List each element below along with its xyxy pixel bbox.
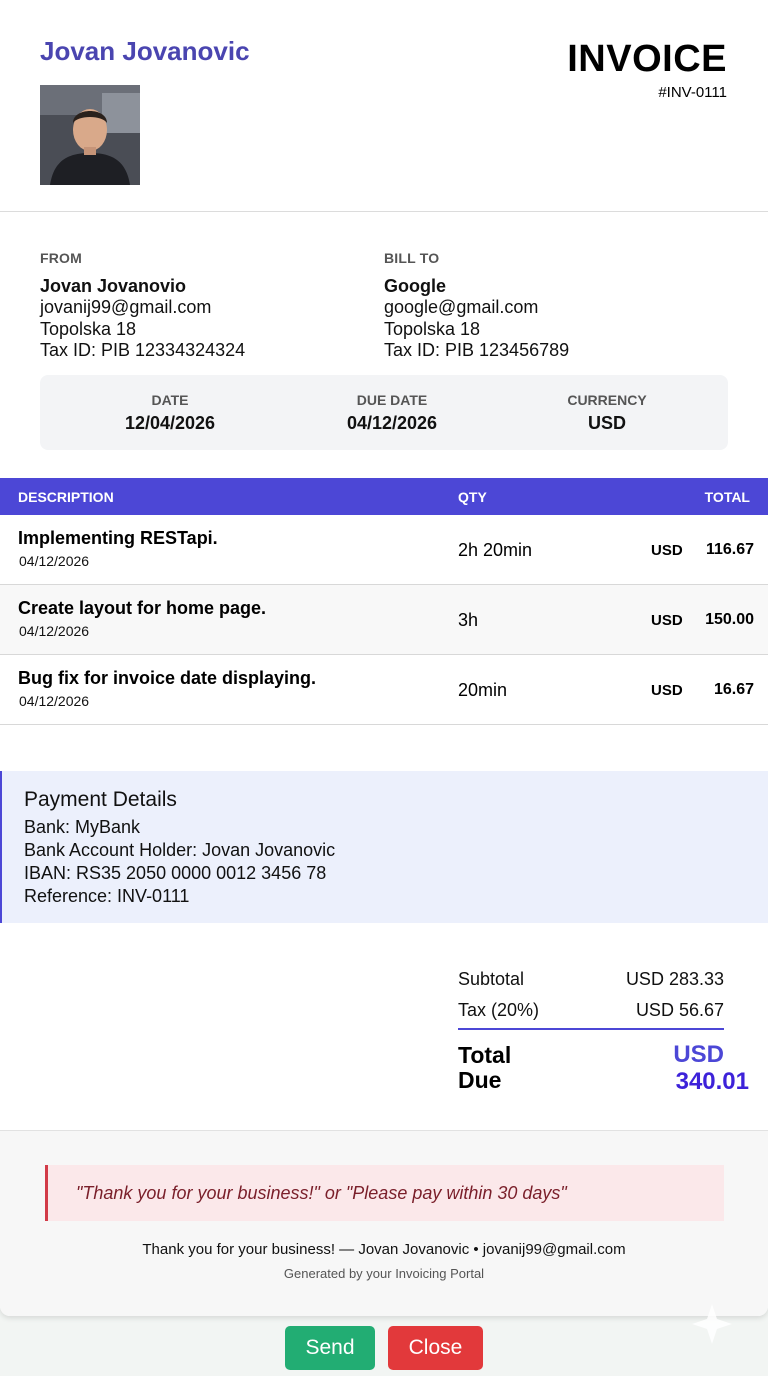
sender-name: Jovan Jovanovic — [40, 36, 250, 66]
from-name: Jovan Jovanovio — [40, 275, 187, 296]
from-address: Topolska 18 — [40, 318, 137, 339]
date-label: DATE — [151, 392, 189, 408]
item-currency: USD — [651, 612, 683, 629]
bill-to-tax-id: Tax ID: PIB 123456789 — [384, 340, 570, 360]
items-table-header: DESCRIPTION QTY TOTAL — [0, 478, 768, 515]
sender-avatar — [40, 85, 140, 185]
from-section: FROM Jovan Jovanovio jovanij99@gmail.com… — [40, 248, 245, 362]
item-currency: USD — [651, 682, 683, 699]
item-date: 04/12/2026 — [19, 553, 90, 569]
item-description: Create layout for home page. — [18, 598, 267, 618]
item-currency: USD — [651, 542, 683, 559]
meta-currency: CURRENCY USD — [492, 392, 722, 434]
subtotal-row: Subtotal USD 283.33 — [458, 969, 724, 990]
invoice-footer: "Thank you for your business!" or "Pleas… — [0, 1130, 768, 1316]
close-button[interactable]: Close — [388, 1326, 483, 1370]
tax-row: Tax (20%) USD 56.67 — [458, 1000, 724, 1021]
total-due-value: 340.01 — [675, 1068, 749, 1095]
payment-lines: Bank: MyBank Bank Account Holder: Jovan … — [24, 816, 335, 908]
tax-label: Tax (20%) — [458, 1000, 540, 1020]
footer-thanks: Thank you for your business! — Jovan Jov… — [142, 1241, 626, 1258]
payment-title: Payment Details — [24, 788, 177, 811]
item-description: Implementing RESTapi. — [18, 528, 218, 548]
meta-due-date: DUE DATE 04/12/2026 — [277, 392, 507, 434]
invoice-title: INVOICE — [567, 38, 727, 80]
invoice-card: Jovan Jovanovic INVOICE #INV-0111 FROM J… — [0, 0, 768, 1316]
column-description: DESCRIPTION — [18, 489, 114, 505]
bill-to-email: google@gmail.com — [384, 297, 539, 317]
footer-generated: Generated by your Invoicing Portal — [283, 1266, 485, 1281]
table-row: Create layout for home page. 04/12/2026 … — [0, 585, 768, 655]
column-total: TOTAL — [704, 489, 750, 505]
item-description: Bug fix for invoice date displaying. — [18, 668, 317, 688]
item-qty: 2h 20min — [458, 540, 533, 560]
item-amount: 116.67 — [705, 541, 754, 558]
payment-holder: Bank Account Holder: Jovan Jovanovic — [24, 840, 336, 860]
meta-date: DATE 12/04/2026 — [55, 392, 285, 434]
subtotal-label: Subtotal — [458, 969, 525, 989]
item-date: 04/12/2026 — [19, 623, 90, 639]
send-button[interactable]: Send — [285, 1326, 375, 1370]
payment-iban: IBAN: RS35 2050 0000 0012 3456 78 — [24, 863, 327, 883]
from-tax-id: Tax ID: PIB 12334324324 — [40, 340, 246, 360]
bill-to-name: Google — [384, 275, 446, 296]
from-email: jovanij99@gmail.com — [40, 297, 212, 317]
table-row: Implementing RESTapi. 04/12/2026 2h 20mi… — [0, 515, 768, 585]
from-label: FROM — [40, 250, 83, 266]
due-date-label: DUE DATE — [356, 392, 428, 408]
total-due-currency: USD — [673, 1041, 724, 1068]
item-date: 04/12/2026 — [19, 693, 90, 709]
item-amount: 150.00 — [705, 611, 754, 628]
bill-to-label: BILL TO — [384, 250, 440, 266]
date-value: 12/04/2026 — [124, 413, 216, 433]
table-row: Bug fix for invoice date displaying. 04/… — [0, 655, 768, 725]
avatar-photo-icon — [40, 85, 140, 185]
footer-note-text: "Thank you for your business!" or "Pleas… — [76, 1183, 567, 1203]
sparkle-icon — [692, 1304, 732, 1344]
currency-label: CURRENCY — [567, 392, 647, 408]
footer-note: "Thank you for your business!" or "Pleas… — [45, 1165, 724, 1221]
item-amount: 16.67 — [713, 681, 754, 698]
invoice-meta-box: DATE 12/04/2026 DUE DATE 04/12/2026 CURR… — [40, 375, 728, 450]
totals-divider — [458, 1028, 724, 1030]
payment-bank: Bank: MyBank — [24, 817, 141, 837]
currency-value: USD — [587, 413, 626, 433]
header-divider — [0, 211, 768, 212]
invoice-number: #INV-0111 — [658, 84, 727, 101]
subtotal-value: USD 283.33 — [625, 969, 724, 989]
tax-value: USD 56.67 — [635, 1000, 724, 1020]
item-qty: 3h — [458, 610, 479, 630]
column-qty: QTY — [458, 489, 487, 505]
item-qty: 20min — [458, 680, 508, 700]
total-due-label: Total Due — [458, 1042, 512, 1093]
bill-to-address: Topolska 18 — [384, 318, 481, 339]
due-date-value: 04/12/2026 — [346, 413, 438, 433]
bill-to-section: BILL TO Google google@gmail.com Topolska… — [384, 248, 569, 362]
payment-reference: Reference: INV-0111 — [24, 886, 190, 906]
payment-details: Payment Details Bank: MyBank Bank Accoun… — [0, 771, 768, 923]
